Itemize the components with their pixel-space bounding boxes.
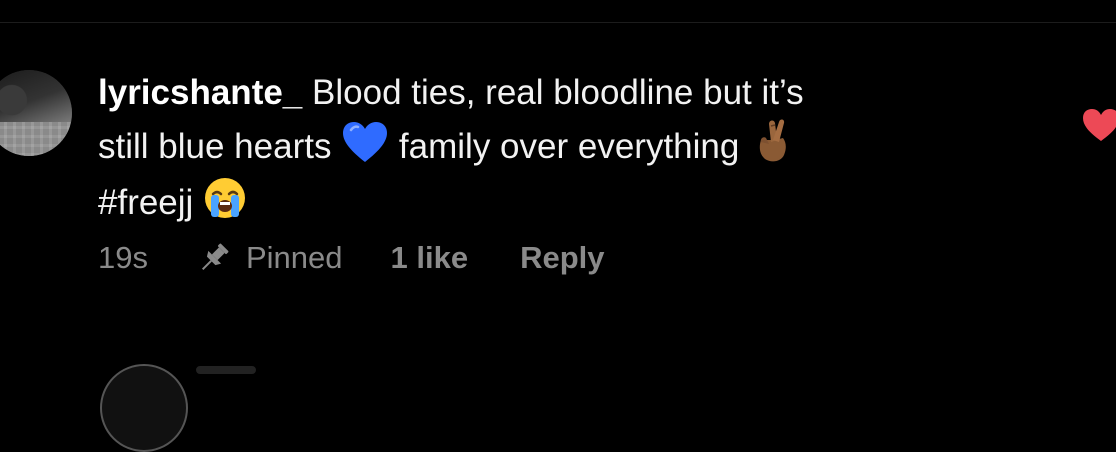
next-comment-preview (196, 366, 256, 374)
pin-icon (201, 243, 229, 271)
comment-time: 19s (98, 240, 148, 275)
comment-body: lyricshante_ Blood ties, real bloodline … (98, 70, 998, 232)
pinned-indicator: Pinned (196, 240, 343, 276)
crying-face-emoji (203, 176, 247, 232)
reply-button[interactable]: Reply (520, 240, 604, 276)
comment-hashtag[interactable]: #freejj (98, 183, 193, 222)
blue-heart-emoji (341, 120, 389, 176)
crossed-fingers-icon (759, 119, 786, 162)
comment-text-line2b: family over everything (398, 127, 740, 166)
pinned-label: Pinned (245, 240, 343, 275)
heart-icon[interactable] (1082, 108, 1116, 142)
comment-text-line1: Blood ties, real bloodline but it’s (312, 73, 804, 112)
avatar[interactable] (0, 70, 72, 156)
comment-meta: 19s Pinned 1 like Reply (98, 236, 605, 280)
avatar-clothing (0, 121, 72, 156)
crying-face-icon (205, 178, 246, 218)
crossed-fingers-emoji (749, 116, 793, 176)
blue-heart-icon (343, 122, 388, 162)
comment-text-line2a: still blue hearts (98, 127, 332, 166)
next-comment-avatar[interactable] (100, 364, 188, 452)
likes-count[interactable]: 1 like (391, 240, 469, 276)
comment-username[interactable]: lyricshante_ (98, 73, 302, 112)
comment: lyricshante_ Blood ties, real bloodline … (0, 0, 1116, 372)
